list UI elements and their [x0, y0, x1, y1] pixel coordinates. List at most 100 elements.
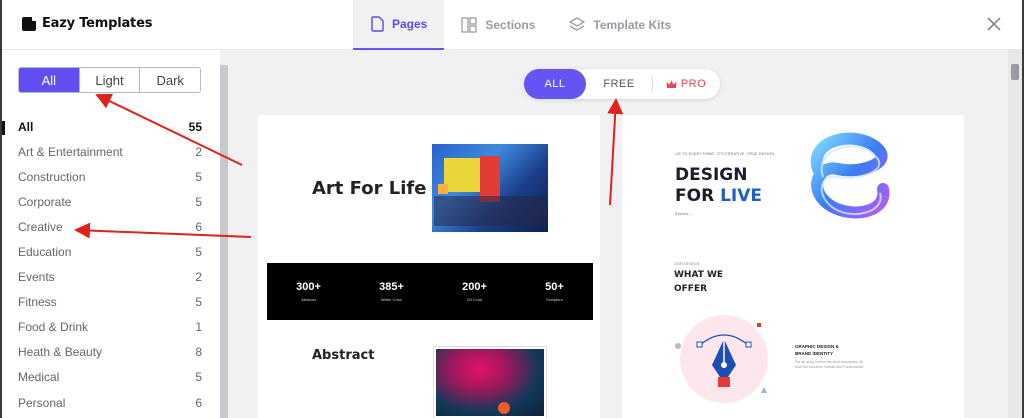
stat-value: 300+ [296, 281, 321, 293]
category-item-corporate[interactable]: Corporate 5 [18, 189, 202, 214]
category-count: 2 [195, 144, 202, 159]
category-item-all[interactable]: All 55 [18, 114, 202, 139]
category-item-personal[interactable]: Personal 6 [18, 390, 202, 415]
stat-label: Water Color [380, 297, 403, 302]
category-sidebar: All Light Dark All 55 Art & Entertainment… [2, 50, 220, 418]
hero-kicker: LIE TO EVERYTHING. IT'S CREATIVE. TRUE D… [675, 151, 775, 156]
sections-icon [461, 17, 478, 33]
theme-filter: All Light Dark [18, 67, 201, 93]
section-title: Abstract [312, 348, 375, 363]
category-item-education[interactable]: Education 5 [18, 239, 202, 264]
category-item-creative[interactable]: Creative 6 [18, 214, 202, 239]
price-pro-button[interactable]: PRO [653, 69, 719, 99]
category-label: Personal [18, 395, 66, 410]
stat-item: 200+ Oil Color [462, 281, 487, 302]
tab-template-kits-label: Template Kits [593, 18, 672, 32]
category-label: Events [18, 270, 55, 285]
stat-item: 50+ Sculpture [545, 281, 564, 302]
stat-value: 200+ [462, 281, 487, 293]
category-label: Food & Drink [18, 320, 89, 335]
circle-icon [675, 343, 681, 349]
service-line-1: GRAPHIC DESIGN & [795, 344, 839, 349]
title-for: FOR [675, 186, 721, 206]
title-live: LIVE [720, 186, 763, 206]
section-title: WHAT WE OFFER [674, 268, 723, 296]
tab-template-kits[interactable]: Template Kits [552, 0, 688, 50]
service-text: Far far away behind the word mountains, … [795, 360, 864, 369]
template-library-modal: Eazy Templates Pages Sections Template K… [2, 0, 1022, 418]
crown-icon [666, 80, 677, 88]
category-item-events[interactable]: Events 2 [18, 265, 202, 290]
template-card-design-for-live[interactable]: LIE TO EVERYTHING. IT'S CREATIVE. TRUE D… [622, 115, 964, 418]
tab-pages[interactable]: Pages [353, 0, 445, 50]
category-count: 5 [195, 194, 202, 209]
category-item-art-entertainment[interactable]: Art & Entertainment 2 [18, 139, 202, 164]
price-free-button[interactable]: FREE [586, 69, 652, 99]
category-item-construction[interactable]: Construction 5 [18, 164, 202, 189]
category-count: 2 [195, 270, 202, 285]
main-scrollbar-thumb[interactable] [1011, 64, 1019, 80]
3d-shape-image [810, 132, 890, 219]
category-count: 5 [195, 169, 202, 184]
tab-pages-label: Pages [392, 17, 428, 31]
brand-logo: Eazy Templates [22, 14, 153, 31]
red-square-icon [757, 323, 761, 327]
category-label: All [18, 119, 34, 134]
stat-label: Sculpture [546, 297, 563, 302]
stat-label: Oil Color [466, 297, 483, 302]
modal-header: Eazy Templates Pages Sections Template K… [2, 0, 1022, 50]
pricing-filter: ALL FREE PRO [524, 69, 720, 99]
filter-dark-button[interactable]: Dark [139, 68, 200, 92]
category-label: Art & Entertainment [18, 144, 123, 159]
explore-link: Explore → [675, 211, 694, 216]
category-count: 55 [188, 119, 202, 134]
page-icon [371, 16, 384, 32]
category-count: 5 [195, 370, 202, 385]
section-kicker: OUR DESIGN [674, 261, 700, 266]
sidebar-scrollbar[interactable] [220, 65, 228, 418]
title-line-1: DESIGN [675, 165, 748, 185]
category-label: Education [18, 245, 72, 260]
orange-dot [498, 402, 510, 414]
category-label: Medical [18, 370, 60, 385]
filter-all-button[interactable]: All [19, 68, 79, 92]
tab-sections[interactable]: Sections [444, 0, 552, 50]
layers-icon [569, 17, 586, 31]
title-line-2: FOR LIVE [675, 186, 785, 207]
category-item-fitness[interactable]: Fitness 5 [18, 290, 202, 315]
price-all-button[interactable]: ALL [524, 69, 586, 99]
service-title: GRAPHIC DESIGN & BRAND IDENTITY [795, 343, 839, 357]
category-count: 5 [195, 245, 202, 260]
category-count: 6 [195, 395, 202, 410]
brand-name: Eazy Templates [42, 16, 153, 31]
category-list: All 55 Art & Entertainment 2 Construction 5… [18, 114, 202, 415]
stat-value: 385+ [379, 281, 404, 293]
tab-sections-label: Sections [485, 18, 536, 32]
pen-tool-icon [696, 334, 752, 387]
header-tabs: Pages Sections Template Kits [353, 0, 688, 50]
pen-tool-illustration [680, 315, 768, 403]
template-card-art-for-life[interactable]: Art For Life 300+ Abstract 385+ Water Colo… [258, 115, 600, 418]
stats-bar: 300+ Abstract 385+ Water Color 200+ Oil Col… [267, 263, 593, 320]
category-label: Heath & Beauty [18, 345, 103, 360]
main-scrollbar[interactable] [1008, 50, 1022, 418]
filter-light-button[interactable]: Light [78, 68, 140, 92]
category-item-medical[interactable]: Medical 5 [18, 365, 202, 390]
category-count: 1 [195, 320, 202, 335]
category-label: Corporate [18, 194, 72, 209]
close-icon[interactable] [984, 14, 1004, 34]
category-count: 5 [195, 295, 202, 310]
active-category-indicator [2, 121, 5, 135]
offer-line-2: OFFER [674, 284, 708, 294]
stat-value: 50+ [545, 281, 564, 293]
stat-item: 300+ Abstract [296, 281, 321, 302]
category-count: 6 [195, 219, 202, 234]
category-item-food-drink[interactable]: Food & Drink 1 [18, 315, 202, 340]
offer-line-1: WHAT WE [674, 270, 724, 280]
abstract-image [434, 347, 546, 418]
category-label: Creative [18, 219, 63, 234]
stat-label: Abstract [301, 297, 316, 302]
category-label: Fitness [18, 295, 57, 310]
service-line-2: BRAND IDENTITY [795, 351, 833, 356]
category-item-health-beauty[interactable]: Heath & Beauty 8 [18, 340, 202, 365]
